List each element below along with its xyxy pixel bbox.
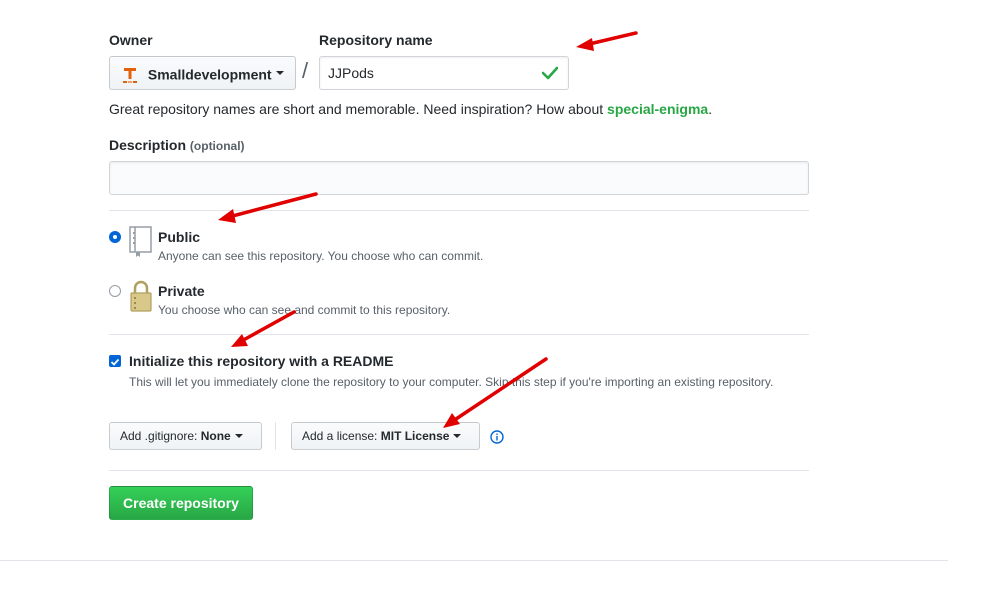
public-radio[interactable] xyxy=(109,231,121,243)
chevron-down-icon xyxy=(234,433,243,438)
owner-repo-separator: / xyxy=(302,58,309,83)
license-select[interactable]: Add a license: MIT License xyxy=(291,422,480,450)
footer-divider xyxy=(0,560,948,561)
optional-note: (optional) xyxy=(189,139,245,153)
chevron-down-icon xyxy=(453,433,462,438)
info-icon[interactable] xyxy=(490,430,504,447)
private-title: Private xyxy=(158,283,205,299)
description-label: Description (optional) xyxy=(109,137,245,153)
check-icon xyxy=(541,66,559,83)
lock-icon xyxy=(129,279,153,316)
owner-select[interactable]: Smalldevelopment xyxy=(109,56,296,90)
suggestion-link[interactable]: special-enigma xyxy=(607,101,708,117)
private-description: You choose who can see and commit to thi… xyxy=(158,303,451,317)
description-label-text: Description xyxy=(109,137,187,153)
repo-name-value: JJPods xyxy=(328,65,374,81)
public-title: Public xyxy=(158,229,201,245)
hint-end: . xyxy=(708,101,713,117)
gitignore-select[interactable]: Add .gitignore: None xyxy=(109,422,262,450)
create-repository-button[interactable]: Create repository xyxy=(109,486,253,520)
init-readme-label: Initialize this repository with a README xyxy=(129,353,394,369)
owner-label: Owner xyxy=(109,32,153,48)
init-readme-checkbox[interactable] xyxy=(109,355,121,367)
repo-name-label: Repository name xyxy=(319,32,433,48)
arrow-public xyxy=(223,192,318,220)
license-value: MIT License xyxy=(380,429,450,443)
arrowhead-repo-name xyxy=(576,38,594,51)
owner-name: Smalldevelopment xyxy=(147,66,272,83)
arrow-license xyxy=(448,357,548,425)
hint-text: Great repository names are short and mem… xyxy=(109,101,608,117)
divider-1 xyxy=(109,210,809,211)
select-divider xyxy=(275,422,276,450)
description-input[interactable] xyxy=(109,161,809,195)
divider-2 xyxy=(109,334,809,335)
private-radio[interactable] xyxy=(109,285,121,297)
gitignore-value: None xyxy=(200,429,231,443)
chevron-down-icon xyxy=(275,71,284,76)
org-avatar-icon xyxy=(122,64,138,84)
repo-book-icon xyxy=(129,226,153,261)
public-description: Anyone can see this repository. You choo… xyxy=(158,249,484,263)
arrowhead-readme xyxy=(231,334,248,347)
gitignore-prefix: Add .gitignore: xyxy=(120,429,198,443)
divider-3 xyxy=(109,470,809,471)
repo-name-input[interactable]: JJPods xyxy=(319,56,569,90)
repo-name-hint: Great repository names are short and mem… xyxy=(109,101,712,117)
license-prefix: Add a license: xyxy=(302,429,378,443)
checkmark-icon xyxy=(110,358,120,366)
arrow-repo-name xyxy=(583,31,638,47)
init-readme-description: This will let you immediately clone the … xyxy=(129,375,774,389)
arrowhead-public xyxy=(218,209,236,223)
